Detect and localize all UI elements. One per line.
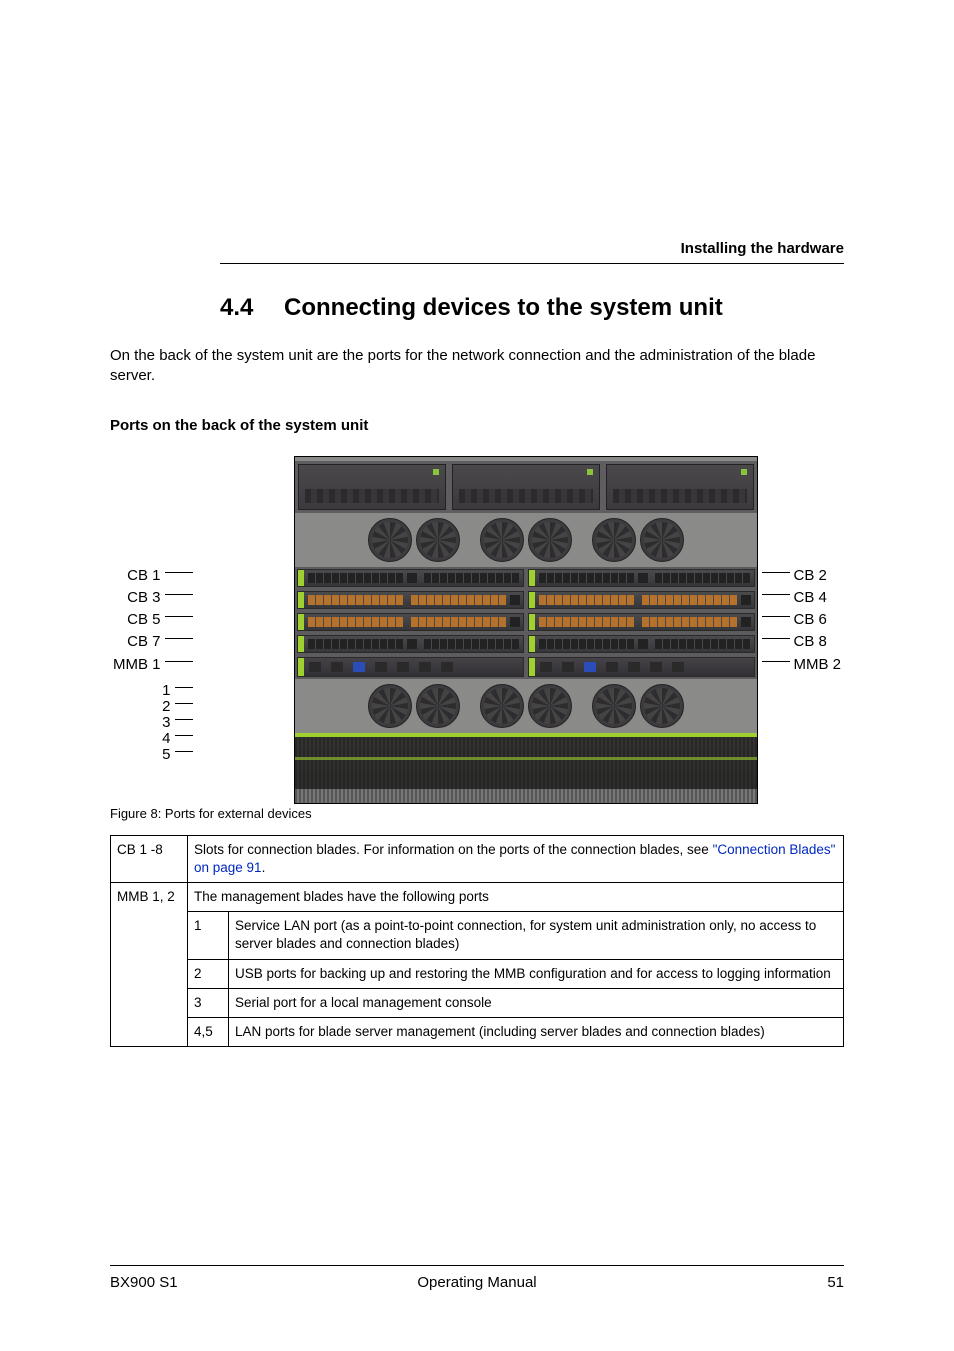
figure: CB 1 CB 3 CB 5 CB 7 MMB 1 1 2 3 4 5 bbox=[110, 456, 844, 804]
cell-port-num: 3 bbox=[188, 988, 229, 1017]
chassis-figure bbox=[294, 456, 758, 804]
cell-mmb-key: MMB 1, 2 bbox=[111, 882, 188, 1046]
callout-num-1: 1 bbox=[110, 683, 197, 699]
callout-cb6: CB 6 bbox=[758, 609, 845, 631]
cell-port-desc: USB ports for backing up and restoring t… bbox=[229, 959, 844, 988]
footer-center: Operating Manual bbox=[110, 1274, 844, 1291]
callout-num-3: 3 bbox=[110, 715, 197, 731]
callout-num-2: 2 bbox=[110, 699, 197, 715]
figure-caption: Figure 8: Ports for external devices bbox=[110, 806, 844, 821]
cell-cb-key: CB 1 -8 bbox=[111, 835, 188, 882]
page-footer: BX900 S1 Operating Manual 51 bbox=[110, 1265, 844, 1291]
callout-cb5: CB 5 bbox=[110, 609, 197, 631]
cell-port-num: 2 bbox=[188, 959, 229, 988]
callout-cb4: CB 4 bbox=[758, 587, 845, 609]
intro-paragraph: On the back of the system unit are the p… bbox=[110, 346, 844, 387]
cell-port-num: 1 bbox=[188, 912, 229, 959]
callout-cb7: CB 7 bbox=[110, 631, 197, 653]
cell-port-num: 4,5 bbox=[188, 1018, 229, 1047]
running-header: Installing the hardware bbox=[220, 240, 844, 264]
section-number: 4.4 bbox=[220, 294, 284, 322]
callout-cb2: CB 2 bbox=[758, 565, 845, 587]
table-row: CB 1 -8 Slots for connection blades. For… bbox=[111, 835, 844, 882]
table-row: 1 Service LAN port (as a point-to-point … bbox=[111, 912, 844, 959]
cell-port-desc: Service LAN port (as a point-to-point co… bbox=[229, 912, 844, 959]
cell-mmb-intro: The management blades have the following… bbox=[188, 882, 844, 911]
ports-table: CB 1 -8 Slots for connection blades. For… bbox=[110, 835, 844, 1048]
table-row: 2 USB ports for backing up and restoring… bbox=[111, 959, 844, 988]
callout-mmb1: MMB 1 bbox=[110, 653, 197, 677]
section-title-text: Connecting devices to the system unit bbox=[284, 294, 723, 321]
cell-port-desc: LAN ports for blade server management (i… bbox=[229, 1018, 844, 1047]
callout-cb8: CB 8 bbox=[758, 631, 845, 653]
callout-num-5: 5 bbox=[110, 747, 197, 763]
cell-port-desc: Serial port for a local management conso… bbox=[229, 988, 844, 1017]
section-title: 4.4Connecting devices to the system unit bbox=[220, 294, 844, 322]
callout-num-4: 4 bbox=[110, 731, 197, 747]
table-row: MMB 1, 2 The management blades have the … bbox=[111, 882, 844, 911]
table-row: 4,5 LAN ports for blade server managemen… bbox=[111, 1018, 844, 1047]
subsection-heading: Ports on the back of the system unit bbox=[110, 417, 844, 434]
callout-mmb2: MMB 2 bbox=[758, 653, 845, 677]
callout-cb3: CB 3 bbox=[110, 587, 197, 609]
callout-cb1: CB 1 bbox=[110, 565, 197, 587]
table-row: 3 Serial port for a local management con… bbox=[111, 988, 844, 1017]
cell-cb-desc: Slots for connection blades. For informa… bbox=[188, 835, 844, 882]
